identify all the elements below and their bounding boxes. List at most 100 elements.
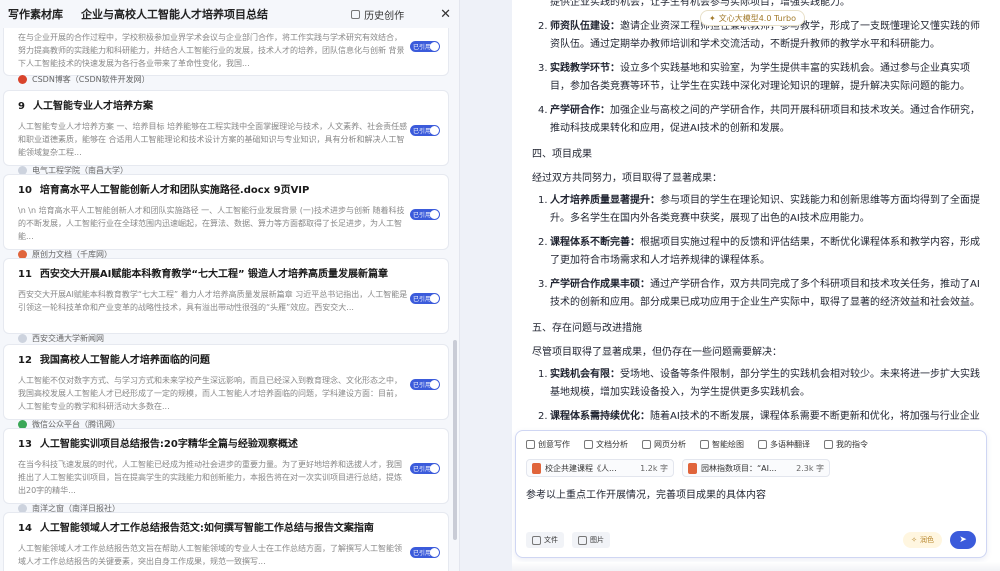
tool-translation[interactable]: 多语种翻译 [758,439,810,450]
card-title: 12 我国高校人工智能人才培养面临的问题 [18,351,440,366]
library-title: 写作素材库 [8,8,63,21]
history-button[interactable]: 历史创作 [351,7,404,22]
wand-icon: ✧ [911,536,917,544]
source-label: 西安交通大学新闻网 [32,334,104,343]
quote-toggle[interactable]: 已引用 [410,293,440,304]
list-item[interactable]: 10 培育高水平人工智能创新人才和团队实施路径.docx 9页VIP \n \n … [3,174,449,259]
document-list-issues: 1. 实践机会有限：受场地、设备等条件限制，部分学生的实践机会相对较少。未来将进一… [532,366,984,425]
model-badge[interactable]: ✦ 文心大模型4.0 Turbo [700,10,805,26]
quote-toggle[interactable]: 已引用 [410,41,440,52]
document-body: 提供企业实践的机会，让学生有机会参与实际项目，增强实践能力。 2. 师资队伍建设：… [532,0,984,425]
quote-toggle[interactable]: 已引用 [410,547,440,558]
link-icon [18,334,27,343]
list-item: 1. 实践机会有限：受场地、设备等条件限制，部分学生的实践机会相对较少。未来将进一… [538,369,980,398]
web-icon [642,440,651,449]
card-source: 西安交通大学新闻网 [18,333,440,344]
card-excerpt: \n \n 培育高水平人工智能创新人才和团队实施路径 一、人工智能行业发展背景 … [18,206,405,241]
card-excerpt: 人工智能领域人才工作总结报告范文旨在帮助人工智能领域的专业人士在工作总结方面，了… [18,544,402,566]
polish-button[interactable]: ✧ 润色 [903,532,942,548]
quote-toggle[interactable]: 已引用 [410,209,440,220]
section-intro: 尽管项目取得了显著成果，但仍存在一些问题需要解决： [532,347,782,358]
card-title-text: 人工智能领域人才工作总结报告范文:如何撰写智能工作总结与报告文案指南 [39,523,374,534]
library-header: 写作素材库 企业与高校人工智能人才培养项目总结 历史创作 ✕ [0,0,459,28]
card-excerpt: 人工智能专业人才培养方案 一、培养目标 培养能够在工程实践中全面掌握理论与技术，… [18,122,408,157]
card-excerpt: 在与企业开展的合作过程中，学校积极参加业界学术会议与企业部门合作，将工作实践与学… [18,33,405,68]
list-item[interactable]: 12 我国高校人工智能人才培养面临的问题 人工智能不仅对数字方式、与学习方式和未来… [3,344,449,429]
sparkle-icon: ✦ [709,13,716,23]
document-title: 企业与高校人工智能人才培养项目总结 [81,8,268,21]
quote-toggle[interactable]: 已引用 [410,379,440,390]
document-icon [584,440,593,449]
prompt-input[interactable]: 参考以上重点工作开展情况，完善项目成果的具体内容 [516,477,986,501]
document-list-results: 1. 人才培养质量显著提升：参与项目的学生在理论知识、实践能力和创新思维等方面均得… [532,192,984,312]
attachments: 校企共建课程《人... 1.2k 字 园林指数项目：“AI... 2.3k 字 [516,450,986,477]
card-number: 12 [18,355,32,366]
card-number: 9 [18,101,25,112]
card-title: 10 培育高水平人工智能创新人才和团队实施路径.docx 9页VIP [18,181,440,196]
tool-my-commands[interactable]: 我的指令 [824,439,868,450]
upload-image-button[interactable]: 图片 [572,532,610,548]
file-icon [532,462,541,474]
list-item: 2. 课程体系需持续优化：随着AI技术的不断发展，课程体系需要不断更新和优化，将加… [538,411,980,422]
footer-fade [512,562,1000,571]
pen-icon [526,440,535,449]
card-title: 14 人工智能领域人才工作总结报告范文:如何撰写智能工作总结与报告文案指南 [18,519,440,534]
card-number: 10 [18,185,32,196]
list-item: 1. 人才培养质量显著提升：参与项目的学生在理论知识、实践能力和创新思维等方面均得… [538,195,980,224]
card-title-text: 人工智能专业人才培养方案 [32,101,153,112]
list-item[interactable]: 13 人工智能实训项目总结报告:20字精华全篇与经验观察概述 在当今科技飞速发展的… [3,428,449,513]
card-title: 13 人工智能实训项目总结报告:20字精华全篇与经验观察概述 [18,435,440,450]
history-icon [351,9,361,19]
tool-creative-writing[interactable]: 创意写作 [526,439,570,450]
list-item: 3. 实践教学环节：设立多个实践基地和实验室，为学生提供丰富的实践机会。通过参与企… [538,63,970,92]
chat-composer: 创意写作 文档分析 网页分析 智能绘图 多语种翻译 我的指令 校企共建课程《人.… [515,430,987,558]
file-icon [688,462,697,474]
list-scrollbar[interactable] [453,340,457,540]
composer-actions: 文件 图片 ✧ 润色 ➤ [526,531,976,549]
close-icon[interactable]: ✕ [440,7,451,22]
list-item[interactable]: 14 人工智能领域人才工作总结报告范文:如何撰写智能工作总结与报告文案指南 人工智… [3,512,449,571]
material-library-panel: 写作素材库 企业与高校人工智能人才培养项目总结 历史创作 ✕ 在与企业开展的合作… [0,0,460,571]
app-root: 写作素材库 企业与高校人工智能人才培养项目总结 历史创作 ✕ 在与企业开展的合作… [0,0,1000,571]
card-source: CSDN博客（CSDN软件开发网） [18,74,440,85]
card-number: 13 [18,439,32,450]
image-icon [578,535,587,545]
section-heading: 四、项目成果 [532,149,592,160]
list-item: 3. 产学研合作成果丰硕：通过产学研合作，双方共同完成了多个科研项目和技术攻关任务… [538,279,980,308]
quote-toggle[interactable]: 已引用 [410,463,440,474]
translate-icon [758,440,767,449]
source-icon [18,75,27,84]
card-title: 9 人工智能专业人才培养方案 [18,97,440,112]
section-intro: 经过双方共同努力，项目取得了显著成果： [532,173,722,184]
list-item: 2. 课程体系不断完善：根据项目实施过程中的反馈和评估结果，不断优化课程体系和教学… [538,237,980,266]
list-item[interactable]: 9 人工智能专业人才培养方案 人工智能专业人才培养方案 一、培养目标 培养能够在工… [3,90,449,175]
send-button[interactable]: ➤ [950,531,976,549]
command-icon [824,440,833,449]
upload-file-button[interactable]: 文件 [526,532,564,548]
send-icon: ➤ [959,535,967,545]
card-title: 11 西安交大开展AI赋能本科教育教学“七大工程” 锻造人才培养高质量发展新篇章 [18,265,440,280]
attachment-chip[interactable]: 园林指数项目：“AI... 2.3k 字 [682,459,830,477]
attachment-chip[interactable]: 校企共建课程《人... 1.2k 字 [526,459,674,477]
card-title-text: 我国高校人工智能人才培养面临的问题 [39,355,210,366]
list-item: 4. 产学研合作：加强企业与高校之间的产学研合作，共同开展科研项目和技术攻关。通过… [538,105,980,134]
quote-toggle[interactable]: 已引用 [410,125,440,136]
card-excerpt: 人工智能不仅对数字方式、与学习方式和未来学校产生深远影响，而且已经深入到教育理念… [18,376,402,411]
card-number: 11 [18,269,32,280]
card-excerpt: 在当今科技飞速发展的时代，人工智能已经成为推动社会进步的重要力量。为了更好地培养… [18,460,402,495]
list-item[interactable]: 11 西安交大开展AI赋能本科教育教学“七大工程” 锻造人才培养高质量发展新篇章 … [3,258,449,343]
list-item[interactable]: 在与企业开展的合作过程中，学校积极参加业界学术会议与企业部门合作，将工作实践与学… [3,28,449,84]
card-title-text: 人工智能实训项目总结报告:20字精华全篇与经验观察概述 [39,439,298,450]
card-excerpt: 西安交大开展AI赋能本科教育教学“七大工程” 着力人才培养高质量发展新篇章 习近… [18,290,408,312]
card-number: 14 [18,523,32,534]
tool-web-analysis[interactable]: 网页分析 [642,439,686,450]
tool-document-analysis[interactable]: 文档分析 [584,439,628,450]
section-heading: 五、存在问题与改进措施 [532,323,642,334]
card-title-text: 培育高水平人工智能创新人才和团队实施路径.docx 9页VIP [39,185,310,196]
tool-smart-drawing[interactable]: 智能绘图 [700,439,744,450]
composer-toolbar: 创意写作 文档分析 网页分析 智能绘图 多语种翻译 我的指令 [516,431,986,450]
source-label: CSDN博客（CSDN软件开发网） [32,75,150,84]
history-label: 历史创作 [364,10,405,22]
material-list: 在与企业开展的合作过程中，学校积极参加业界学术会议与企业部门合作，将工作实践与学… [0,28,452,571]
paperclip-icon [532,535,541,545]
